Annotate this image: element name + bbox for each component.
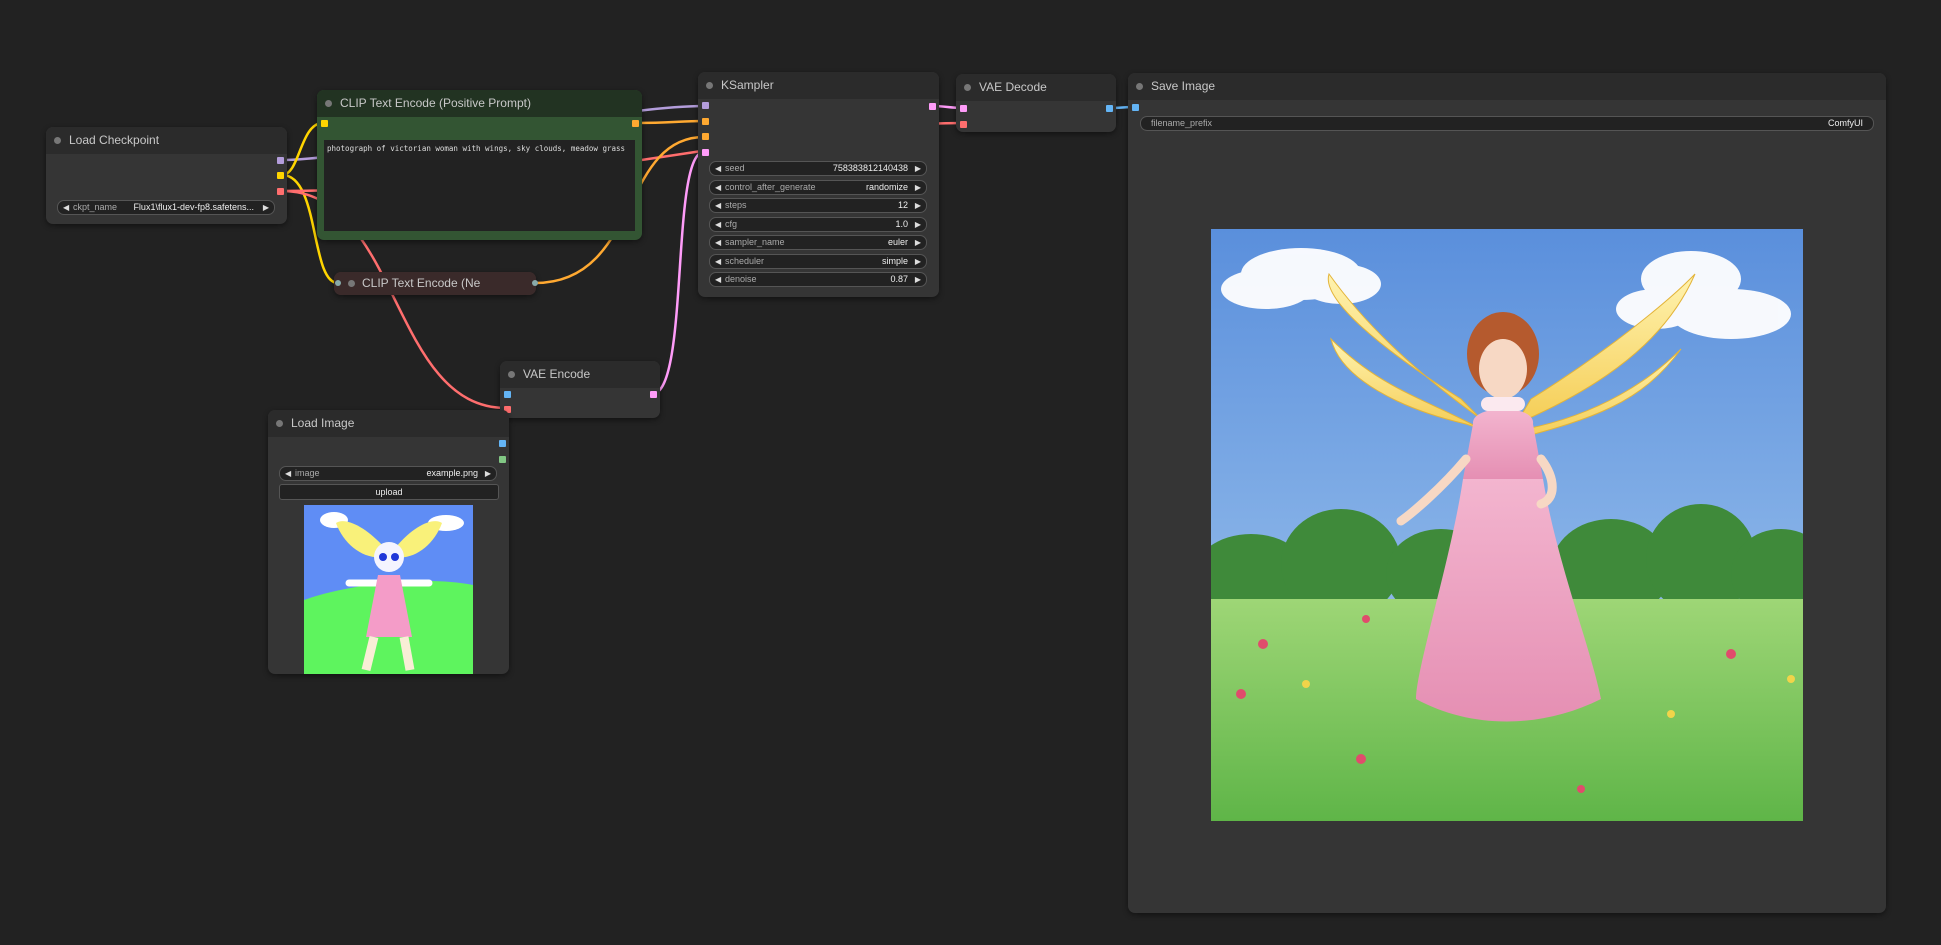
image-combo[interactable]: ◀ image example.png ▶: [279, 466, 497, 481]
control-after-generate-widget[interactable]: ◀ control_after_generate randomize ▶: [709, 180, 927, 195]
vae-encode-node[interactable]: VAE Encode: [500, 361, 660, 418]
collapse-dot-icon[interactable]: [325, 100, 332, 107]
collapse-dot-icon[interactable]: [348, 280, 355, 287]
clip-input-slot[interactable]: [335, 280, 341, 286]
denoise-widget[interactable]: ◀ denoise 0.87 ▶: [709, 272, 927, 287]
ksampler-title[interactable]: KSampler: [698, 72, 939, 99]
arrow-left-icon[interactable]: ◀: [63, 201, 69, 214]
clip-input-slot[interactable]: [321, 120, 328, 127]
latent-output-slot[interactable]: [650, 391, 657, 398]
load-image-node[interactable]: Load Image ◀ image example.png ▶ upload: [268, 410, 509, 674]
sampler-name-widget[interactable]: ◀ sampler_name euler ▶: [709, 235, 927, 250]
arrow-right-icon[interactable]: ▶: [915, 236, 921, 249]
vae-encode-title[interactable]: VAE Encode: [500, 361, 660, 388]
upload-button[interactable]: upload: [279, 484, 499, 500]
input-image-preview[interactable]: [304, 505, 473, 674]
image-output-slot[interactable]: [1106, 105, 1113, 112]
latent-input-slot[interactable]: [702, 149, 709, 156]
arrow-left-icon[interactable]: ◀: [285, 467, 291, 480]
collapse-dot-icon[interactable]: [964, 84, 971, 91]
arrow-right-icon[interactable]: ▶: [263, 201, 269, 214]
seed-widget[interactable]: ◀ seed 758383812140438 ▶: [709, 161, 927, 176]
arrow-right-icon[interactable]: ▶: [915, 199, 921, 212]
model-output-slot[interactable]: [277, 157, 284, 164]
arrow-right-icon[interactable]: ▶: [915, 273, 921, 286]
vae-decode-node[interactable]: VAE Decode: [956, 74, 1116, 132]
save-image-title[interactable]: Save Image: [1128, 73, 1886, 100]
collapse-dot-icon[interactable]: [54, 137, 61, 144]
prompt-textarea[interactable]: photograph of victorian woman with wings…: [324, 140, 635, 231]
samples-input-slot[interactable]: [960, 105, 967, 112]
save-image-node[interactable]: Save Image filename_prefix ComfyUI: [1128, 73, 1886, 913]
wire-positive-cond: [635, 119, 705, 125]
arrow-right-icon[interactable]: ▶: [915, 162, 921, 175]
arrow-left-icon[interactable]: ◀: [715, 162, 721, 175]
vae-output-slot[interactable]: [277, 188, 284, 195]
clip-negative-node[interactable]: CLIP Text Encode (Ne: [334, 272, 538, 295]
vae-decode-title[interactable]: VAE Decode: [956, 74, 1116, 101]
arrow-left-icon[interactable]: ◀: [715, 218, 721, 231]
arrow-left-icon[interactable]: ◀: [715, 236, 721, 249]
ksampler-node[interactable]: KSampler ◀ seed 758383812140438 ▶ ◀ control_…: [698, 72, 939, 297]
pixels-input-slot[interactable]: [504, 391, 511, 398]
output-image-preview[interactable]: [1211, 229, 1803, 821]
arrow-right-icon[interactable]: ▶: [485, 467, 491, 480]
arrow-right-icon[interactable]: ▶: [915, 181, 921, 194]
latent-output-slot[interactable]: [929, 103, 936, 110]
collapse-dot-icon[interactable]: [706, 82, 713, 89]
arrow-left-icon[interactable]: ◀: [715, 273, 721, 286]
wire-latent-in: [651, 150, 705, 396]
clip-positive-title[interactable]: CLIP Text Encode (Positive Prompt): [317, 90, 642, 117]
load-checkpoint-node[interactable]: Load Checkpoint ◀ ckpt_name Flux1\flux1-…: [46, 127, 287, 224]
load-checkpoint-title[interactable]: Load Checkpoint: [46, 127, 287, 154]
arrow-right-icon[interactable]: ▶: [915, 255, 921, 268]
arrow-left-icon[interactable]: ◀: [715, 181, 721, 194]
collapse-dot-icon[interactable]: [508, 371, 515, 378]
negative-input-slot[interactable]: [702, 133, 709, 140]
cfg-widget[interactable]: ◀ cfg 1.0 ▶: [709, 217, 927, 232]
positive-input-slot[interactable]: [702, 118, 709, 125]
clip-positive-node[interactable]: CLIP Text Encode (Positive Prompt) photo…: [317, 90, 642, 240]
load-image-title[interactable]: Load Image: [268, 410, 509, 437]
image-output-slot[interactable]: [499, 440, 506, 447]
ckpt-name-combo[interactable]: ◀ ckpt_name Flux1\flux1-dev-fp8.safetens…: [57, 200, 275, 215]
collapse-dot-icon[interactable]: [276, 420, 283, 427]
scheduler-widget[interactable]: ◀ scheduler simple ▶: [709, 254, 927, 269]
arrow-left-icon[interactable]: ◀: [715, 255, 721, 268]
filename-prefix-widget[interactable]: filename_prefix ComfyUI: [1140, 116, 1874, 131]
steps-widget[interactable]: ◀ steps 12 ▶: [709, 198, 927, 213]
clip-negative-title[interactable]: CLIP Text Encode (Ne: [334, 272, 536, 295]
model-input-slot[interactable]: [702, 102, 709, 109]
collapse-dot-icon[interactable]: [1136, 83, 1143, 90]
images-input-slot[interactable]: [1132, 104, 1139, 111]
conditioning-output-slot[interactable]: [532, 280, 538, 286]
conditioning-output-slot[interactable]: [632, 120, 639, 127]
mask-output-slot[interactable]: [499, 456, 506, 463]
clip-output-slot[interactable]: [277, 172, 284, 179]
arrow-left-icon[interactable]: ◀: [715, 199, 721, 212]
vae-input-slot[interactable]: [960, 121, 967, 128]
arrow-right-icon[interactable]: ▶: [915, 218, 921, 231]
